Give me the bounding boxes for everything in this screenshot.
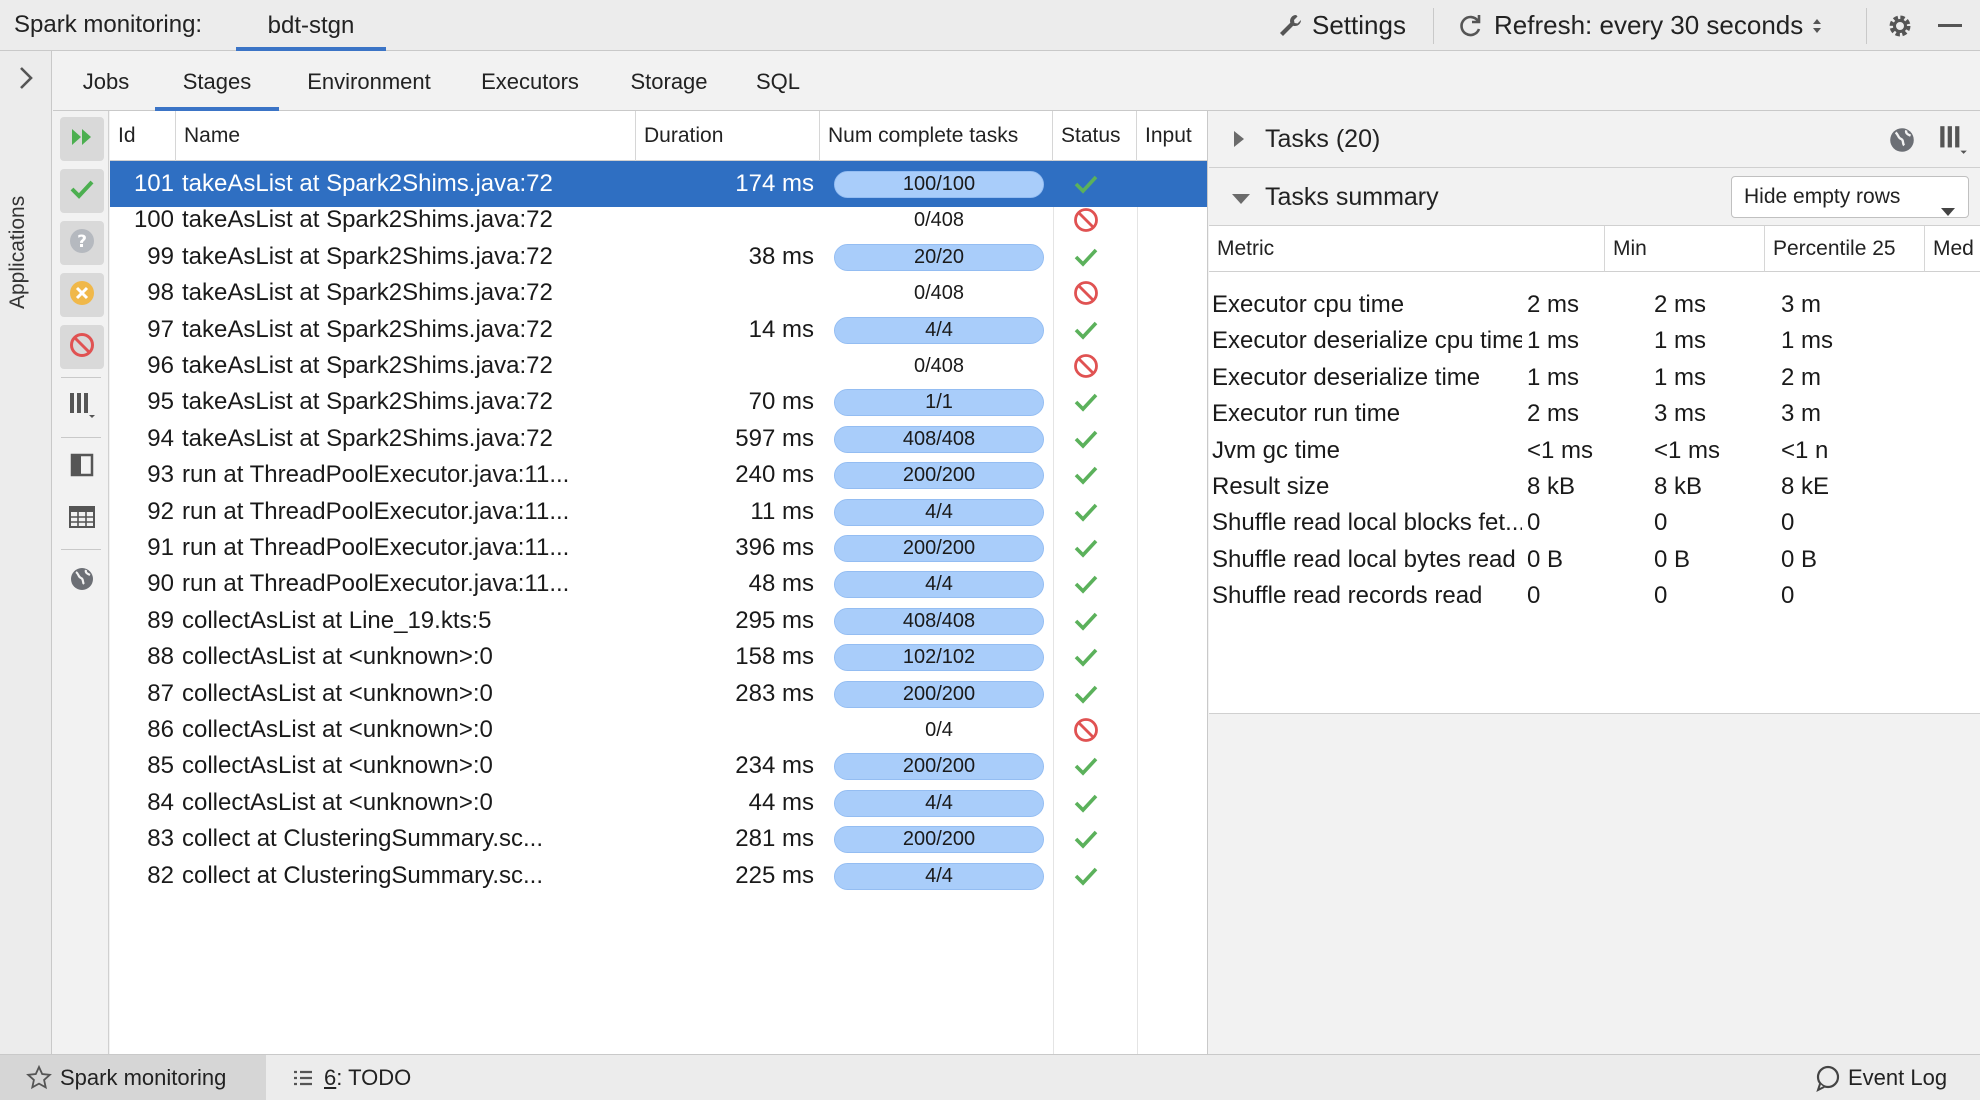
show-failed-button[interactable] [60, 325, 104, 369]
failed-icon [68, 331, 96, 364]
toolbar-separator [61, 549, 101, 550]
list-icon [292, 1068, 314, 1088]
wrench-icon [1276, 12, 1304, 40]
column-header-id[interactable]: Id [110, 111, 176, 161]
check-icon [69, 178, 95, 205]
spark-monitoring-tool-button[interactable]: Spark monitoring [0, 1055, 266, 1100]
star-icon [26, 1065, 52, 1091]
todo-tool-button[interactable]: 6 : TODO [292, 1055, 411, 1100]
applications-tab[interactable]: Applications [6, 196, 30, 309]
stage-id: 82 [147, 861, 174, 889]
toolbar-separator [61, 437, 101, 438]
table-view-button[interactable] [60, 497, 104, 541]
globe-icon[interactable] [1887, 125, 1917, 160]
column-header-status[interactable]: Status [1053, 111, 1137, 161]
triangle-right-icon [1231, 129, 1247, 154]
tasks-title: Tasks (20) [1265, 125, 1381, 153]
column-header-num-complete-tasks[interactable]: Num complete tasks [820, 111, 1053, 161]
stage-duration: 225 ms [735, 861, 814, 889]
tab-stages[interactable]: Stages [155, 52, 279, 111]
column-header-duration[interactable]: Duration [636, 111, 820, 161]
show-succeeded-button[interactable] [60, 169, 104, 213]
tool-window-label: Spark monitoring: [14, 11, 203, 38]
triangle-down-icon [1231, 192, 1251, 211]
tab-sql[interactable]: SQL [743, 52, 813, 111]
svg-text:?: ? [77, 232, 87, 252]
tab-environment[interactable]: Environment [289, 52, 449, 111]
top-toolbar: Spark monitoring: bdt-stgn Settings Refr… [0, 0, 1980, 51]
tool-window-strip: Applications [0, 51, 52, 1054]
column-header-median[interactable]: Med [1925, 226, 1980, 272]
spark-monitoring-label: Spark monitoring [60, 1065, 227, 1090]
tab-storage[interactable]: Storage [613, 52, 725, 111]
speech-bubble-icon [1814, 1064, 1842, 1092]
open-web-ui-button[interactable] [60, 559, 104, 603]
column-header-min[interactable]: Min [1605, 226, 1765, 272]
stages-table-header: Id Name Duration Num complete tasks Stat… [110, 111, 1207, 161]
toolbar-separator [1866, 8, 1867, 44]
progress-text: 4/4 [925, 864, 953, 887]
columns-button[interactable] [60, 385, 104, 429]
todo-label: : TODO [336, 1065, 412, 1090]
status-bar: Spark monitoring 6 : TODO Event Log [0, 1054, 1980, 1100]
dropdown-value: Hide empty rows [1744, 185, 1901, 208]
column-header-percentile-25[interactable]: Percentile 25 [1765, 226, 1925, 272]
metric-min: 0 [1527, 582, 1541, 610]
tasks-summary-table: Metric Min Percentile 25 Med Executor cp… [1209, 226, 1980, 714]
metric-name: Shuffle read records read [1212, 582, 1483, 610]
event-log-button[interactable]: Event Log [1814, 1055, 1947, 1100]
updown-icon [1811, 16, 1823, 36]
tab-bar: Jobs Stages Environment Executors Storag… [53, 52, 1980, 111]
event-log-label: Event Log [1848, 1065, 1948, 1090]
show-unknown-button[interactable]: ? [60, 221, 104, 265]
globe-icon [68, 565, 96, 598]
tab-executors[interactable]: Executors [465, 52, 595, 111]
toggle-details-button[interactable] [60, 445, 104, 489]
show-running-button[interactable] [60, 117, 104, 161]
chevron-right-icon[interactable] [15, 65, 37, 96]
column-header-metric[interactable]: Metric [1209, 226, 1605, 272]
minimize-icon [1938, 24, 1962, 27]
tasks-summary-title: Tasks summary [1265, 183, 1439, 211]
columns-icon [67, 390, 97, 425]
todo-number: 6 [324, 1065, 337, 1090]
minimize-button[interactable] [1938, 0, 1962, 51]
refresh-label: Refresh: every 30 seconds [1494, 10, 1804, 40]
stages-table: Id Name Duration Num complete tasks Stat… [110, 111, 1208, 1054]
stage-name: collect at ClusteringSummary.sc... [182, 861, 543, 889]
column-header-name[interactable]: Name [176, 111, 636, 161]
question-icon: ? [68, 227, 96, 260]
tasks-section-header[interactable]: Tasks (20) [1209, 111, 1980, 168]
column-header-input[interactable]: Input [1137, 111, 1207, 161]
task-progress: 4/4 [828, 853, 1046, 899]
panel-icon [69, 452, 95, 483]
details-panel: Tasks (20) Tasks summary Hide empty rows… [1209, 111, 1980, 1054]
filter-toolbar: ? [53, 111, 109, 1054]
skipped-icon [68, 279, 96, 312]
refresh-dropdown[interactable]: Refresh: every 30 seconds [1456, 0, 1823, 51]
metric-median: 0 [1781, 582, 1795, 610]
gear-icon [1886, 12, 1914, 40]
toolbar-separator [61, 377, 101, 378]
show-skipped-button[interactable] [60, 273, 104, 317]
settings-button[interactable]: Settings [1276, 0, 1406, 51]
table-row[interactable]: Shuffle read records read 0 0 0 [1209, 573, 1980, 619]
table-row[interactable]: 82 collect at ClusteringSummary.sc... 225 … [110, 853, 1207, 899]
toolbar-separator [1433, 8, 1434, 44]
gear-button[interactable] [1886, 0, 1914, 51]
refresh-icon [1456, 12, 1484, 40]
fast-forward-icon [69, 126, 95, 153]
project-tab[interactable]: bdt-stgn [236, 0, 386, 51]
tab-jobs[interactable]: Jobs [65, 52, 147, 111]
check-icon [1056, 853, 1116, 899]
table-icon [68, 504, 96, 535]
settings-label: Settings [1312, 10, 1406, 40]
metric-p25: 0 [1654, 582, 1668, 610]
columns-icon[interactable] [1937, 123, 1969, 162]
hide-empty-rows-dropdown[interactable]: Hide empty rows [1731, 176, 1969, 218]
